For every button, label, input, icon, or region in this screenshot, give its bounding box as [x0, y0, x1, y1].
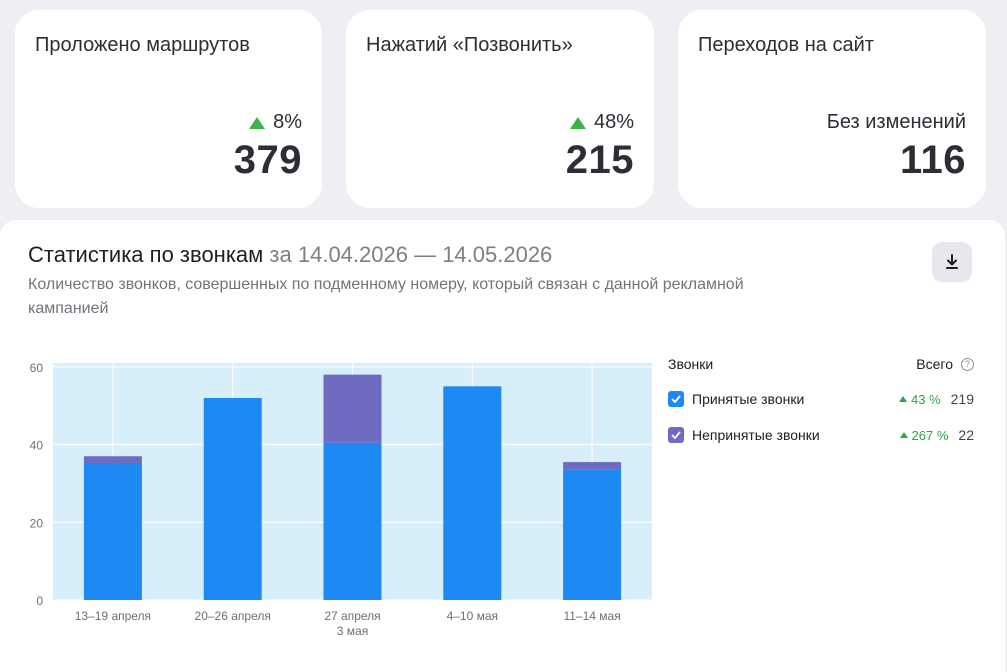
checkmark-icon — [671, 395, 681, 403]
bar-segment — [563, 462, 622, 470]
x-tick-label: 27 апреля — [324, 609, 380, 623]
bar-segment — [83, 464, 142, 600]
legend-item-missed: Непринятые звонки 267 % 22 — [668, 424, 974, 446]
card-title: Проложено маршрутов — [35, 34, 250, 56]
calls-bar-chart: 0 20 40 60 13–19 апреля 20–26 апреля 27 апреля… — [30, 361, 652, 638]
card-change-value: 8% — [273, 111, 302, 133]
card-value: 379 — [233, 138, 302, 182]
card-change: 48% — [569, 111, 634, 134]
y-tick-label: 40 — [30, 439, 44, 453]
card-change: 8% — [249, 111, 302, 134]
legend-item-label: Принятые звонки — [692, 391, 805, 407]
legend-title: Звонки — [668, 356, 714, 372]
legend-item-accepted: Принятые звонки 43 % 219 — [668, 388, 974, 410]
bar-segment — [203, 397, 262, 600]
trend-up-icon — [249, 116, 266, 129]
bar-segment — [563, 469, 622, 600]
card-change: Без изменений — [827, 111, 966, 134]
y-tick-label: 20 — [30, 516, 44, 530]
legend-total-label: Всего — [916, 356, 953, 372]
y-tick-label: 0 — [36, 594, 43, 608]
legend-item-change-value: 43 % — [911, 391, 941, 407]
legend-item-total: 219 — [950, 391, 974, 407]
card-routes: Проложено маршрутов 8% 379 — [15, 10, 322, 208]
card-site-visits: Переходов на сайт Без изменений 116 — [678, 10, 986, 208]
card-change-value: Без изменений — [826, 111, 966, 133]
y-tick-label: 60 — [30, 361, 44, 375]
x-tick-label: 4–10 мая — [447, 609, 498, 623]
card-title: Нажатий «Позвонить» — [366, 34, 573, 56]
x-tick-label: 3 мая — [337, 624, 368, 638]
bar-segment — [443, 386, 502, 600]
card-value: 116 — [899, 138, 966, 182]
checkmark-icon — [671, 431, 681, 439]
card-calls: Нажатий «Позвонить» 48% 215 — [346, 10, 654, 208]
legend-header: Звонки Всего ? — [668, 354, 974, 374]
card-title: Переходов на сайт — [698, 34, 874, 56]
legend-item-change-value: 267 % — [911, 427, 949, 443]
chart-legend: Звонки Всего ? Принятые звонки 43 % 219 … — [668, 354, 974, 446]
legend-item-label: Непринятые звонки — [692, 427, 820, 443]
bar-segment — [83, 456, 142, 465]
legend-item-total: 22 — [958, 427, 974, 443]
card-value: 215 — [565, 138, 634, 182]
help-icon[interactable]: ? — [961, 357, 974, 371]
trend-up-icon — [569, 116, 586, 129]
x-tick-label: 13–19 апреля — [75, 609, 151, 623]
x-tick-label: 11–14 мая — [563, 609, 620, 623]
legend-item-change: 267 % — [899, 427, 949, 443]
x-tick-label: 20–26 апреля — [195, 609, 271, 623]
accepted-calls-checkbox[interactable] — [668, 391, 684, 407]
download-icon — [946, 254, 958, 269]
bar-segment — [323, 374, 382, 443]
bar-segment — [323, 442, 382, 600]
download-button[interactable] — [932, 242, 972, 282]
legend-item-change: 43 % — [899, 392, 941, 407]
card-change-value: 48% — [593, 111, 634, 133]
trend-up-icon — [899, 432, 908, 438]
missed-calls-checkbox[interactable] — [668, 427, 684, 443]
trend-up-icon — [899, 396, 907, 402]
call-stats-panel: Статистика по звонкам за 14.04.2026 — 14… — [0, 220, 1005, 672]
